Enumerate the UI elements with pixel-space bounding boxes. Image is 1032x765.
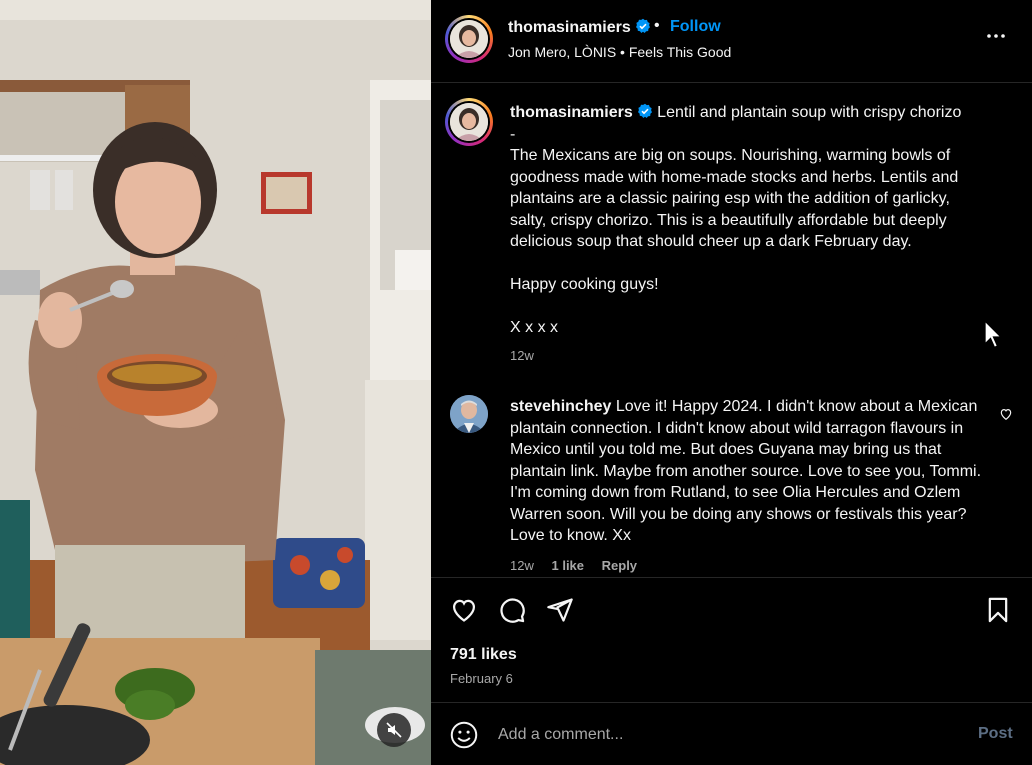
reply-button[interactable]: Reply xyxy=(602,558,637,573)
follow-button[interactable]: Follow xyxy=(670,18,721,36)
header-separator: • xyxy=(654,17,660,34)
caption-text: Lentil and plantain soup with crispy cho… xyxy=(510,104,962,336)
like-comment-heart-icon[interactable] xyxy=(999,407,1013,421)
comments-scroll-area[interactable]: thomasinamiers Lentil and plantain soup … xyxy=(431,84,1032,577)
like-heart-icon[interactable] xyxy=(450,596,478,624)
commenter-avatar[interactable] xyxy=(450,395,488,433)
save-bookmark-icon[interactable] xyxy=(984,596,1012,624)
add-comment-input[interactable] xyxy=(498,722,958,748)
post-comment-button[interactable]: Post xyxy=(978,725,1013,743)
caption-author-avatar[interactable] xyxy=(445,98,493,146)
add-comment-bar: Post xyxy=(431,704,1032,765)
post-side-panel: thomasinamiers • Follow Jon Mero, LÒNIS … xyxy=(431,0,1032,765)
comment-bubble-icon[interactable] xyxy=(498,596,526,624)
commenter-photo xyxy=(450,395,488,433)
caption-username[interactable]: thomasinamiers xyxy=(510,104,633,121)
author-avatar[interactable] xyxy=(445,15,493,63)
share-send-icon[interactable] xyxy=(546,596,574,624)
post-date[interactable]: February 6 xyxy=(450,671,513,686)
verified-badge-icon xyxy=(637,103,652,118)
comment-timestamp[interactable]: 12w xyxy=(510,558,534,573)
comment-item: stevehinchey Love it! Happy 2024. I didn… xyxy=(510,396,990,547)
muted-speaker-icon xyxy=(386,722,402,738)
more-options-icon[interactable] xyxy=(984,24,1008,48)
mute-toggle-button[interactable] xyxy=(377,713,411,747)
verified-badge-icon xyxy=(635,18,650,33)
emoji-picker-icon[interactable] xyxy=(450,721,478,749)
comment-meta: 12w 1 like Reply xyxy=(510,558,651,573)
post-video[interactable] xyxy=(0,0,431,765)
author-photo xyxy=(450,20,488,58)
comment-likes-count[interactable]: 1 like xyxy=(551,558,584,573)
comment-text: Love it! Happy 2024. I didn't know about… xyxy=(510,398,982,544)
likes-count[interactable]: 791 likes xyxy=(450,646,517,664)
post-header: thomasinamiers • Follow Jon Mero, LÒNIS … xyxy=(431,0,1032,83)
post-actions: 791 likes February 6 xyxy=(431,577,1032,703)
author-photo xyxy=(450,103,488,141)
caption-timestamp[interactable]: 12w xyxy=(510,348,534,363)
audio-track-label[interactable]: Jon Mero, LÒNIS • Feels This Good xyxy=(508,44,731,60)
author-name[interactable]: thomasinamiers xyxy=(508,18,651,37)
comment-username[interactable]: stevehinchey xyxy=(510,398,611,415)
video-frame-image xyxy=(0,0,431,765)
author-username[interactable]: thomasinamiers xyxy=(508,19,631,36)
post-caption: thomasinamiers Lentil and plantain soup … xyxy=(510,102,990,339)
